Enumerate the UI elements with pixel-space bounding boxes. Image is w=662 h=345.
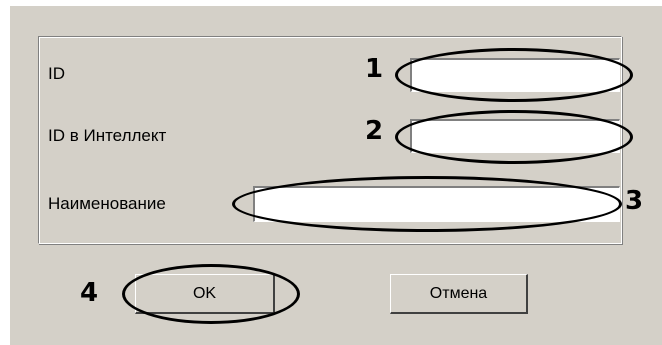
intellect-id-label: ID в Интеллект (48, 126, 167, 145)
ok-button[interactable]: OK (135, 274, 275, 314)
screenshot: ID ID в Интеллект Наименование OK Отмена… (0, 0, 662, 345)
name-field[interactable] (253, 186, 620, 222)
dialog-window: ID ID в Интеллект Наименование OK Отмена… (10, 6, 662, 345)
id-label: ID (48, 64, 65, 83)
callout-number-3: 3 (625, 186, 644, 216)
callout-number-2: 2 (365, 116, 384, 146)
cancel-button[interactable]: Отмена (390, 274, 528, 314)
callout-number-4: 4 (80, 278, 99, 308)
intellect-id-field[interactable] (410, 119, 620, 153)
id-field[interactable] (410, 58, 620, 92)
callout-number-1: 1 (365, 54, 384, 84)
name-label: Наименование (48, 194, 166, 213)
